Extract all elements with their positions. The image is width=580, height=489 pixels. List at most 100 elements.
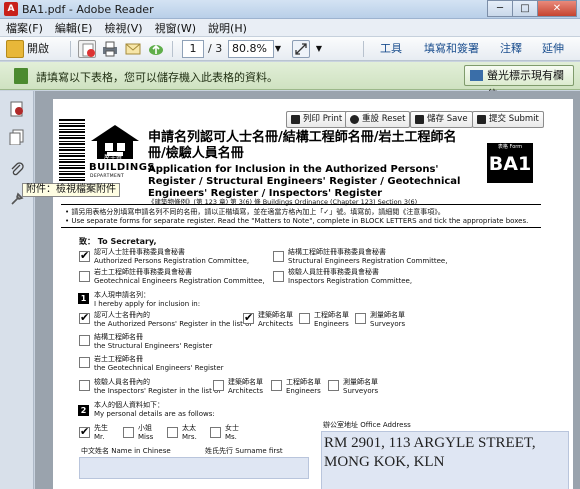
ap-engineers-en: Engineers	[314, 320, 349, 328]
ir-surveyors-en: Surveyors	[343, 387, 379, 395]
save-form-button[interactable]: 儲存 Save	[410, 111, 473, 128]
office-address-line2: MONG KOK, KLN	[324, 454, 445, 470]
ir-engineers-checkbox[interactable]	[271, 380, 282, 391]
signatures-icon[interactable]	[9, 101, 25, 117]
title-mrs-zh: 太太	[182, 424, 196, 432]
navigation-pane: 附件：檢視檔案附件	[0, 91, 120, 489]
committee-ap-en: Authorized Persons Registration Committe…	[94, 257, 250, 265]
name-chinese-input[interactable]	[79, 457, 309, 479]
document-view[interactable]: 列印 Print 重設 Reset 儲存 Save 提交 Submit BUIL…	[35, 91, 580, 489]
open-button[interactable]: 開啟	[27, 40, 49, 58]
reset-form-button[interactable]: 重設 Reset	[345, 111, 411, 128]
save-disk-icon	[415, 115, 424, 124]
title-miss-checkbox[interactable]	[123, 427, 134, 438]
ge-register-zh: 岩土工程師名冊	[94, 355, 143, 363]
submit-form-button[interactable]: 提交 Submit	[472, 111, 544, 128]
office-address-line1: RM 2901, 113 ARGYLE STREET,	[324, 435, 536, 451]
ap-register-checkbox[interactable]	[79, 311, 90, 324]
attachments-tooltip: 附件：檢視檔案附件	[22, 183, 120, 197]
logo-name: BUILDINGS	[89, 162, 156, 173]
zoom-dropdown-icon[interactable]: ▼	[272, 40, 284, 58]
page-thumbnails-icon[interactable]	[9, 129, 25, 146]
print-form-button[interactable]: 列印 Print	[286, 111, 348, 128]
committee-ap-checkbox[interactable]	[79, 249, 90, 262]
printer-icon	[291, 115, 300, 124]
extend-pane-button[interactable]: 延伸	[542, 40, 564, 58]
ap-register-en: the Authorized Persons' Register in the …	[94, 320, 252, 328]
ap-surveyors-en: Surveyors	[370, 320, 406, 328]
separator	[172, 41, 173, 57]
create-pdf-icon[interactable]	[78, 40, 96, 58]
fit-page-icon[interactable]	[292, 40, 310, 58]
surname-first-label: 姓氏先行 Surname first	[205, 447, 283, 455]
committee-se-checkbox[interactable]	[273, 251, 284, 262]
menu-file[interactable]: 檔案(F)	[6, 20, 43, 36]
ir-register-checkbox[interactable]	[79, 380, 90, 391]
divider	[61, 227, 541, 228]
ap-engineers-zh: 工程師名單	[314, 311, 349, 319]
fit-dropdown-icon[interactable]: ▼	[313, 40, 325, 58]
menu-help[interactable]: 說明(H)	[208, 20, 247, 36]
menu-view[interactable]: 檢視(V)	[104, 20, 142, 36]
title-mr-zh: 先生	[94, 424, 108, 432]
print-icon[interactable]	[101, 40, 119, 58]
committee-ge-checkbox[interactable]	[79, 271, 90, 282]
title-mr-checkbox[interactable]	[79, 425, 90, 438]
zoom-input[interactable]: 80.8%	[228, 40, 274, 58]
ir-architects-zh: 建築師名單	[228, 378, 263, 386]
highlight-fields-button[interactable]: 螢光標示現有欄位	[464, 65, 574, 101]
office-address-label: 辦公室地址 Office Address	[323, 421, 411, 429]
se-register-zh: 結構工程師名冊	[94, 333, 143, 341]
ap-architects-checkbox[interactable]	[243, 311, 254, 324]
submit-form-label: 提交 Submit	[489, 114, 539, 124]
reset-icon	[350, 115, 359, 124]
title-mrs-checkbox[interactable]	[167, 427, 178, 438]
email-icon[interactable]	[124, 40, 142, 58]
toolbar: 開啟 1 / 3 80.8% ▼ ▼ 工具 填寫和簽署 注釋 延伸	[0, 37, 580, 61]
tools-pane-button[interactable]: 工具	[380, 40, 402, 58]
ge-register-en: the Geotechnical Engineers' Register	[94, 364, 224, 372]
ir-architects-checkbox[interactable]	[213, 380, 224, 391]
name-chinese-label: 中文姓名 Name in Chinese	[81, 447, 171, 455]
committee-ge-zh: 岩土工程師註冊事務委員會秘書	[94, 268, 192, 276]
ap-surveyors-zh: 測量師名單	[370, 311, 405, 319]
upload-cloud-icon[interactable]	[147, 40, 165, 58]
ir-surveyors-zh: 測量師名單	[343, 378, 378, 386]
submit-check-icon	[477, 115, 486, 124]
page-number-input[interactable]: 1	[182, 40, 204, 58]
close-button[interactable]: ✕	[537, 0, 577, 17]
minimize-button[interactable]: ─	[487, 0, 513, 17]
section-2-number: 2	[78, 405, 89, 416]
form-title-chinese: 申請名列認可人士名冊/結構工程師名冊/岩土工程師名冊/檢驗人員名冊	[148, 130, 457, 161]
pdf-page: 列印 Print 重設 Reset 儲存 Save 提交 Submit BUIL…	[53, 99, 573, 489]
addressee: 致： To Secretary,	[79, 237, 157, 246]
section-2-en: My personal details are as follows:	[94, 410, 215, 418]
form-notification-bar: 請填寫以下表格，您可以儲存機入此表格的資料。 螢光標示現有欄位	[0, 62, 580, 101]
attachments-paperclip-icon[interactable]	[9, 161, 25, 177]
office-address-input[interactable]: RM 2901, 113 ARGYLE STREET, MONG KOK, KL…	[321, 431, 569, 489]
committee-ir-checkbox[interactable]	[273, 271, 284, 282]
ap-engineers-checkbox[interactable]	[299, 313, 310, 324]
ap-architects-en: Architects	[258, 320, 294, 328]
ge-register-checkbox[interactable]	[79, 357, 90, 368]
barcode	[59, 119, 85, 181]
comment-pane-button[interactable]: 注釋	[500, 40, 522, 58]
ir-surveyors-checkbox[interactable]	[328, 380, 339, 391]
section-1-zh: 本人現申請名列：	[94, 291, 150, 299]
se-register-checkbox[interactable]	[79, 335, 90, 346]
ap-surveyors-checkbox[interactable]	[355, 313, 366, 324]
menu-window[interactable]: 視窗(W)	[155, 20, 196, 36]
maximize-button[interactable]: □	[512, 0, 538, 17]
open-folder-icon[interactable]	[6, 40, 24, 58]
separator	[363, 41, 364, 57]
ir-register-zh: 檢驗人員名冊內的	[94, 378, 150, 386]
committee-se-zh: 結構工程師註冊事務委員會秘書	[288, 248, 386, 256]
title-ms-checkbox[interactable]	[210, 427, 221, 438]
fill-sign-pane-button[interactable]: 填寫和簽署	[424, 40, 479, 58]
title-mrs-en: Mrs.	[182, 433, 197, 441]
save-form-label: 儲存 Save	[427, 114, 468, 124]
form-code-label: 表格 Form	[497, 144, 523, 150]
title-miss-zh: 小姐	[138, 424, 152, 432]
section-2-zh: 本人的個人資料如下：	[94, 401, 164, 409]
menu-edit[interactable]: 編輯(E)	[55, 20, 93, 36]
